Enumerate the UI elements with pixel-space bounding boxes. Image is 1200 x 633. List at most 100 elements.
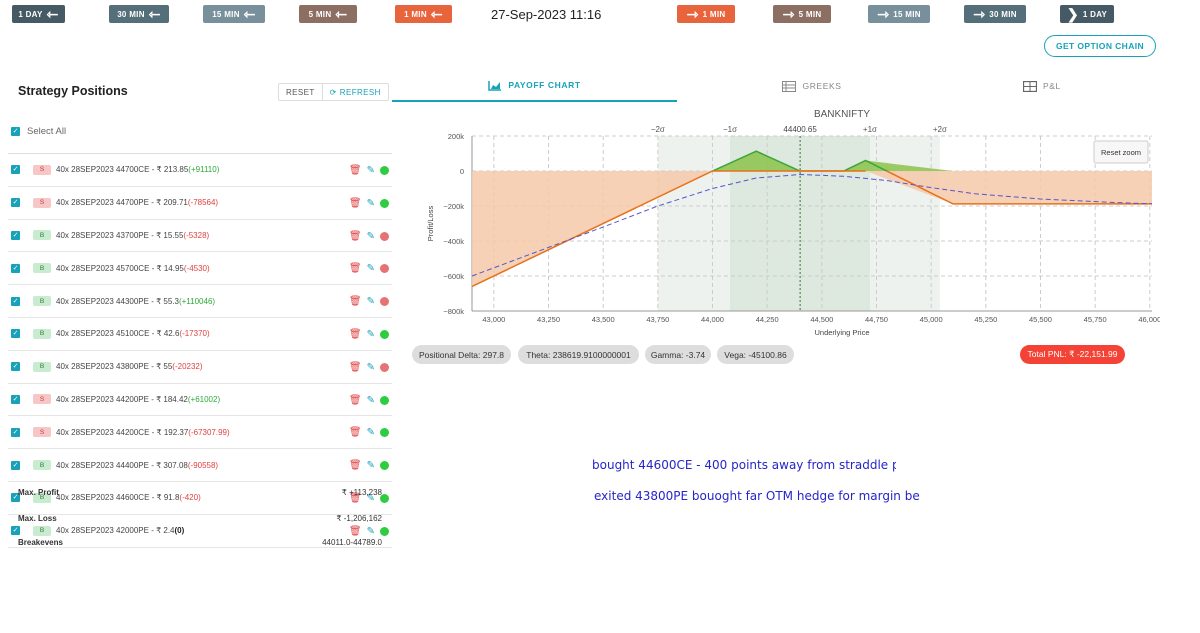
forward-1-min-label: 1 MIN [702,9,726,19]
edit-icon[interactable]: ✎ [367,460,375,471]
position-checkbox[interactable]: ✓ [11,230,20,240]
tab-payoff-chart-label: PAYOFF CHART [508,80,581,90]
status-dot[interactable] [380,395,389,405]
position-checkbox[interactable]: ✓ [11,263,20,273]
status-dot[interactable] [380,264,389,274]
edit-icon[interactable]: ✎ [367,231,375,242]
status-dot[interactable] [380,198,389,208]
arrow-right-icon: ⇾ [782,6,795,22]
position-actions: 🗑 ✎ [349,263,389,274]
position-description: 40x 28SEP2023 44300PE - ₹ 55.3(+110046) [56,297,215,306]
edit-icon[interactable]: ✎ [367,395,375,406]
edit-icon[interactable]: ✎ [367,329,375,340]
analysis-tabs: PAYOFF CHART GREEKS P&L [392,70,1200,102]
positional-delta-pill: Positional Delta: 297.8 [412,345,511,364]
position-checkbox[interactable]: ✓ [11,165,20,175]
position-checkbox[interactable]: ✓ [11,427,20,437]
forward-1-min-button[interactable]: ⇾ 1 MIN [677,5,735,23]
status-dot[interactable] [380,362,389,372]
status-dot[interactable] [380,428,389,438]
tab-payoff-chart[interactable]: PAYOFF CHART [392,70,677,102]
arrow-left-icon: ⇽ [148,6,161,22]
tab-greeks[interactable]: GREEKS [677,70,947,102]
payoff-chart[interactable]: 43,000 43,250 43,500 43,750 44,000 44,250 44,5… [410,104,1160,340]
forward-15-min-button[interactable]: ⇾ 15 MIN [868,5,930,23]
status-dot[interactable] [380,461,389,471]
edit-icon[interactable]: ✎ [367,362,375,373]
forward-5-min-button[interactable]: ⇾ 5 MIN [773,5,831,23]
position-pnl: (-20232) [172,362,203,372]
x-tick-label: 43,000 [482,315,505,324]
reset-zoom-button[interactable]: Reset zoom [1093,140,1149,164]
edit-icon[interactable]: ✎ [367,165,375,176]
trash-icon[interactable]: 🗑 [349,165,362,176]
position-checkbox[interactable]: ✓ [11,296,20,306]
table-list-icon [782,80,797,92]
sigma-label: −1σ [723,125,737,134]
status-dot[interactable] [380,231,389,241]
position-actions: 🗑 ✎ [349,526,389,537]
x-tick-label: 45,000 [920,315,943,324]
position-actions: 🗑 ✎ [349,231,389,242]
status-dot[interactable] [380,166,389,175]
position-checkbox[interactable]: ✓ [11,198,20,208]
trash-icon[interactable]: 🗑 [349,427,362,438]
select-all-checkbox[interactable]: ✓ Select All [11,126,66,137]
position-checkbox[interactable]: ✓ [11,329,20,339]
x-tick-label: 43,250 [537,315,560,324]
trash-icon[interactable]: 🗑 [349,329,362,340]
refresh-icon: ⟳ [329,87,337,97]
trash-icon[interactable]: 🗑 [349,362,362,373]
position-checkbox[interactable]: ✓ [11,362,20,372]
position-pnl: (+91110) [188,165,220,175]
checkbox-checked-icon: ✓ [11,127,20,136]
trash-icon[interactable]: 🗑 [349,263,362,274]
position-side-badge: B [33,263,51,274]
back-1-day-button[interactable]: 1 DAY ⇽ [12,5,65,23]
position-row: ✓ S 40x 28SEP2023 44200CE - ₹ 192.37(-6730… [8,416,392,450]
edit-icon[interactable]: ✎ [367,296,375,307]
get-option-chain-button[interactable]: GET OPTION CHAIN [1044,35,1156,57]
edit-icon[interactable]: ✎ [367,198,375,209]
tab-greeks-label: GREEKS [802,81,842,91]
position-side-badge: B [33,230,51,241]
forward-1-day-label: 1 DAY [1082,9,1108,19]
position-side-badge: S [33,164,51,175]
forward-1-day-button[interactable]: ❯ 1 DAY [1060,5,1114,23]
tab-pnl[interactable]: P&L [947,70,1200,102]
tab-pnl-label: P&L [1043,81,1061,91]
trash-icon[interactable]: 🗑 [349,296,362,307]
trash-icon[interactable]: 🗑 [349,395,362,406]
back-30-min-button[interactable]: 30 MIN ⇽ [109,5,169,23]
trash-icon[interactable]: 🗑 [349,526,362,537]
trash-icon[interactable]: 🗑 [349,460,362,471]
position-checkbox[interactable]: ✓ [11,460,20,470]
back-15-min-button[interactable]: 15 MIN ⇽ [203,5,265,23]
edit-icon[interactable]: ✎ [367,263,375,274]
back-5-min-button[interactable]: 5 MIN ⇽ [299,5,357,23]
position-checkbox[interactable]: ✓ [11,394,20,404]
max-profit-value: ₹ +113,238 [341,488,382,497]
y-tick-label: −600k [443,272,464,281]
position-description: 40x 28SEP2023 43800PE - ₹ 55(-20232) [56,362,203,371]
status-dot[interactable] [380,297,389,307]
refresh-button[interactable]: ⟳ REFRESH [323,84,388,100]
arrow-left-icon: ⇽ [335,6,348,22]
trash-icon[interactable]: 🗑 [349,231,362,242]
position-row: ✓ S 40x 28SEP2023 44700PE - ₹ 209.71(-7856… [8,187,392,220]
status-dot[interactable] [380,329,389,339]
y-tick-label: 200k [448,132,465,141]
max-profit-label: Max. Profit [18,488,59,497]
trash-icon[interactable]: 🗑 [349,198,362,209]
position-pnl: (-78564) [187,198,219,208]
back-1-min-button[interactable]: 1 MIN ⇽ [395,5,452,23]
reset-button[interactable]: RESET [279,84,323,100]
edit-icon[interactable]: ✎ [367,526,375,537]
edit-icon[interactable]: ✎ [367,427,375,438]
position-description: 40x 28SEP2023 45100CE - ₹ 42.6(-17370) [56,329,210,338]
status-dot[interactable] [380,526,389,536]
x-tick-label: 44,250 [756,315,779,324]
annotation-note-2: exited 43800PE bouoght far OTM hedge for… [594,489,920,503]
position-checkbox[interactable]: ✓ [11,526,20,536]
forward-30-min-button[interactable]: ⇾ 30 MIN [964,5,1026,23]
